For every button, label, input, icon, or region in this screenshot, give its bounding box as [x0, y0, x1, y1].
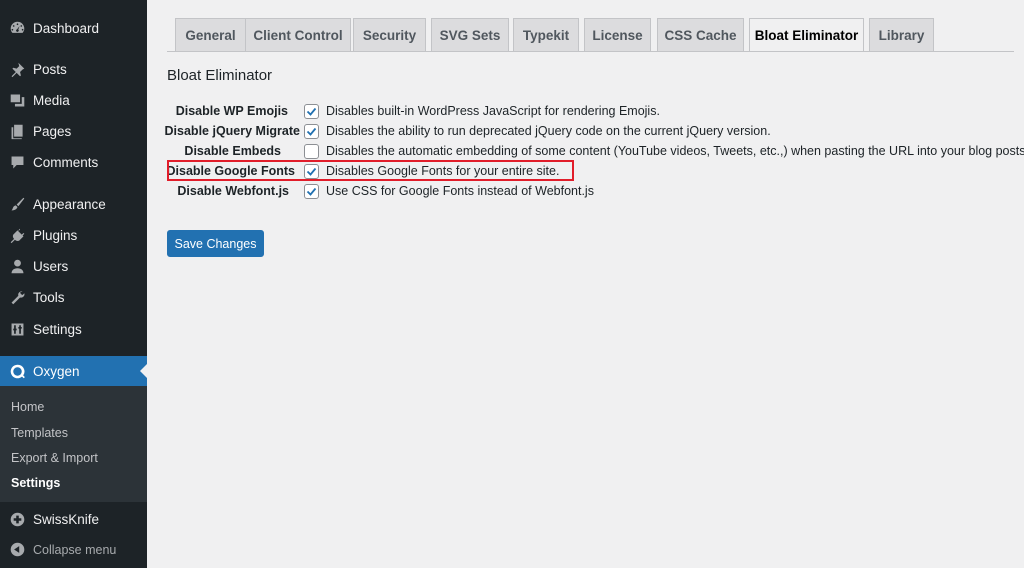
- menu-users[interactable]: Users: [0, 251, 147, 282]
- menu-label: Users: [33, 259, 69, 274]
- collapse-icon: [7, 540, 27, 560]
- check-icon: [306, 187, 317, 196]
- plug-icon: [7, 226, 27, 246]
- submenu-home[interactable]: Home: [11, 400, 44, 414]
- tab-svg-sets[interactable]: SVG Sets: [431, 18, 509, 51]
- tab-general[interactable]: General: [175, 18, 246, 51]
- pin-icon: [7, 60, 27, 80]
- oxygen-submenu: Home Templates Export & Import Settings: [0, 386, 147, 502]
- highlight-box: [167, 160, 574, 181]
- option-desc-jquery-migrate: Disables the ability to run deprecated j…: [326, 124, 771, 138]
- media-icon: [7, 91, 27, 111]
- option-desc-webfont: Use CSS for Google Fonts instead of Webf…: [326, 184, 594, 198]
- menu-label: Plugins: [33, 228, 78, 243]
- tab-typekit[interactable]: Typekit: [513, 18, 579, 51]
- menu-label: Dashboard: [33, 21, 100, 36]
- tab-css-cache[interactable]: CSS Cache: [657, 18, 744, 51]
- oxygen-icon: [7, 361, 27, 381]
- menu-label: Comments: [33, 155, 99, 170]
- tab-library[interactable]: Library: [869, 18, 934, 51]
- user-icon: [7, 257, 27, 277]
- collapse-menu-button[interactable]: Collapse menu: [0, 534, 147, 565]
- option-label-jquery-migrate: Disable jQuery Migrate: [164, 124, 300, 138]
- menu-label: Appearance: [33, 197, 106, 212]
- menu-settings[interactable]: Settings: [0, 314, 147, 345]
- checkbox-webfont[interactable]: [304, 184, 319, 199]
- menu-label: Collapse menu: [33, 542, 117, 557]
- dashboard-icon: [7, 19, 27, 39]
- checkbox-jquery-migrate[interactable]: [304, 124, 319, 139]
- option-desc-wp-emojis: Disables built-in WordPress JavaScript f…: [326, 104, 660, 118]
- option-label-wp-emojis: Disable WP Emojis: [175, 104, 288, 118]
- menu-label: Tools: [33, 290, 65, 305]
- menu-posts[interactable]: Posts: [0, 54, 147, 85]
- tab-bloat-eliminator[interactable]: Bloat Eliminator: [749, 18, 864, 52]
- menu-label: Posts: [33, 62, 67, 77]
- checkbox-embeds[interactable]: [304, 144, 319, 159]
- tab-license[interactable]: License: [584, 18, 651, 51]
- checkbox-wp-emojis[interactable]: [304, 104, 319, 119]
- tab-security[interactable]: Security: [353, 18, 426, 51]
- menu-label: Pages: [33, 124, 72, 139]
- option-label-embeds: Disable Embeds: [184, 144, 281, 158]
- menu-dashboard[interactable]: Dashboard: [0, 13, 147, 44]
- option-desc-embeds: Disables the automatic embedding of some…: [326, 144, 1024, 158]
- menu-oxygen[interactable]: Oxygen: [0, 356, 147, 386]
- comment-icon: [7, 153, 27, 173]
- brush-icon: [7, 195, 27, 215]
- submenu-templates[interactable]: Templates: [11, 426, 68, 440]
- menu-label: SwissKnife: [33, 512, 100, 527]
- menu-media[interactable]: Media: [0, 85, 147, 116]
- tab-client-control[interactable]: Client Control: [245, 18, 351, 51]
- menu-tools[interactable]: Tools: [0, 282, 147, 313]
- wrench-icon: [7, 288, 27, 308]
- plus-circle-icon: [7, 510, 27, 530]
- pages-icon: [7, 122, 27, 142]
- menu-pages[interactable]: Pages: [0, 116, 147, 147]
- save-changes-button[interactable]: Save Changes: [167, 230, 264, 257]
- menu-plugins[interactable]: Plugins: [0, 220, 147, 251]
- menu-label: Media: [33, 93, 70, 108]
- submenu-settings[interactable]: Settings: [11, 476, 60, 490]
- check-icon: [306, 107, 317, 116]
- tabs-divider: [167, 51, 1014, 52]
- menu-label: Settings: [33, 322, 82, 337]
- admin-sidebar: Dashboard Posts Media Pages Comments App…: [0, 0, 147, 568]
- sliders-icon: [7, 320, 27, 340]
- menu-comments[interactable]: Comments: [0, 147, 147, 178]
- page-title: Bloat Eliminator: [167, 67, 273, 84]
- menu-label: Oxygen: [33, 363, 80, 379]
- submenu-export-import[interactable]: Export & Import: [11, 451, 98, 465]
- menu-swissknife[interactable]: SwissKnife: [0, 504, 147, 535]
- option-label-webfont: Disable Webfont.js: [177, 184, 289, 198]
- check-icon: [306, 127, 317, 136]
- menu-appearance[interactable]: Appearance: [0, 189, 147, 220]
